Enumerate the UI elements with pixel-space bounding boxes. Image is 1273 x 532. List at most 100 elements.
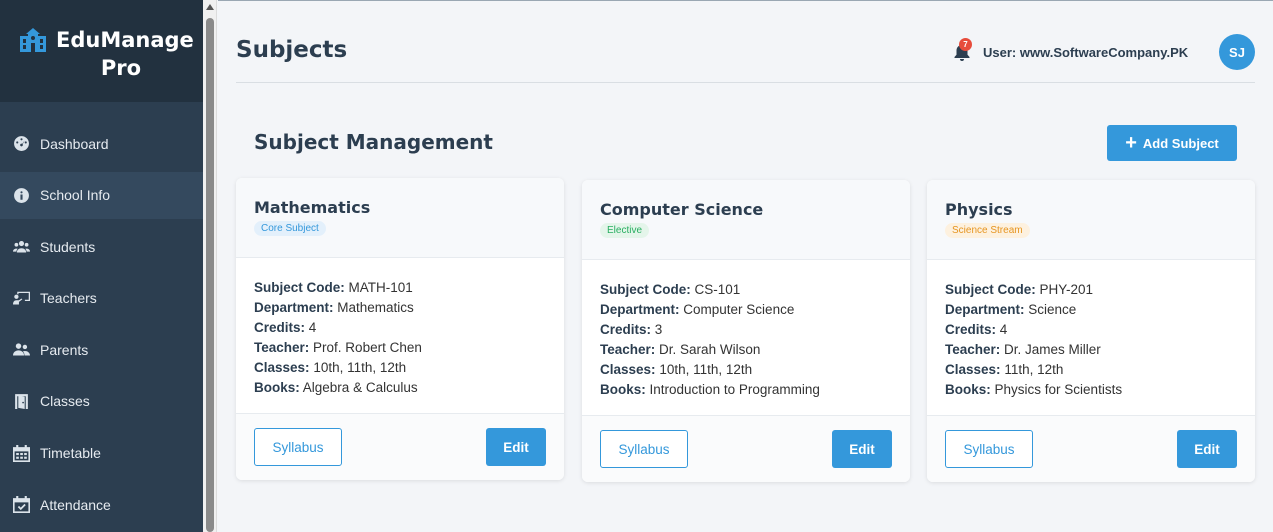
field-label: Subject Code: (600, 282, 691, 297)
app-title: EduManage Pro (56, 26, 194, 82)
card-body: Subject Code: CS-101 Department: Compute… (582, 260, 910, 400)
field-label: Subject Code: (945, 282, 1036, 297)
sidebar-item-label: Dashboard (40, 135, 109, 152)
subject-badge: Core Subject (254, 221, 326, 236)
sidebar-item-parents[interactable]: Parents (0, 326, 203, 373)
books-row: Books: Introduction to Programming (600, 380, 892, 400)
department-row: Department: Computer Science (600, 300, 892, 320)
card-header: Computer Science Elective (582, 180, 910, 260)
field-label: Teacher: (254, 340, 310, 355)
field-label: Books: (945, 382, 991, 397)
classes-row: Classes: 10th, 11th, 12th (600, 360, 892, 380)
page-title: Subjects (236, 37, 348, 63)
teacher-row: Teacher: Prof. Robert Chen (254, 338, 546, 358)
field-value: 4 (999, 322, 1008, 337)
card-header: Mathematics Core Subject (236, 178, 564, 258)
sidebar-item-timetable[interactable]: Timetable (0, 430, 203, 477)
books-row: Books: Algebra & Calculus (254, 378, 546, 398)
field-label: Credits: (600, 322, 652, 337)
field-label: Teacher: (945, 342, 1001, 357)
classes-row: Classes: 11th, 12th (945, 360, 1237, 380)
syllabus-button[interactable]: Syllabus (254, 428, 342, 466)
field-value: Dr. James Miller (1004, 342, 1101, 357)
field-value: 3 (654, 322, 663, 337)
teacher-row: Teacher: Dr. Sarah Wilson (600, 340, 892, 360)
field-value: 11th, 12th (1004, 362, 1064, 377)
school-icon (20, 28, 46, 52)
card-body: Subject Code: PHY-201 Department: Scienc… (927, 260, 1255, 400)
field-label: Books: (254, 380, 300, 395)
sidebar-item-classes[interactable]: Classes (0, 378, 203, 425)
field-value: MATH-101 (348, 280, 413, 295)
avatar[interactable]: SJ (1219, 34, 1255, 70)
sidebar-item-dashboard[interactable]: Dashboard (0, 120, 203, 167)
field-value: Algebra & Calculus (302, 380, 418, 395)
add-subject-button[interactable]: + Add Subject (1107, 125, 1237, 161)
field-label: Classes: (600, 362, 656, 377)
credits-row: Credits: 3 (600, 320, 892, 340)
field-label: Department: (600, 302, 680, 317)
field-label: Credits: (945, 322, 997, 337)
edit-button[interactable]: Edit (486, 428, 546, 466)
info-icon (12, 186, 30, 204)
subject-code-row: Subject Code: MATH-101 (254, 278, 546, 298)
field-label: Department: (945, 302, 1025, 317)
card-footer: Syllabus Edit (582, 415, 910, 482)
subject-badge: Science Stream (945, 223, 1030, 238)
field-value: Prof. Robert Chen (313, 340, 422, 355)
sidebar-nav: Dashboard School Info Students Teachers … (0, 120, 203, 528)
sidebar-item-students[interactable]: Students (0, 223, 203, 270)
field-value: Science (1028, 302, 1077, 317)
calendar-icon (12, 444, 30, 462)
field-value: Physics for Scientists (994, 382, 1123, 397)
syllabus-button[interactable]: Syllabus (945, 430, 1033, 468)
sidebar-scrollbar[interactable] (203, 0, 217, 532)
sidebar-item-label: Students (40, 238, 96, 255)
subject-code-row: Subject Code: PHY-201 (945, 280, 1237, 300)
subject-name: Physics (945, 200, 1013, 219)
card-footer: Syllabus Edit (927, 415, 1255, 482)
calendar-check-icon (12, 496, 30, 514)
page-header: Subjects 7 User: www.SoftwareCompany.PK … (236, 1, 1255, 83)
field-value: Introduction to Programming (649, 382, 820, 397)
subject-name: Mathematics (254, 198, 371, 217)
add-subject-label: Add Subject (1142, 135, 1219, 151)
classes-row: Classes: 10th, 11th, 12th (254, 358, 546, 378)
sidebar-item-label: Attendance (40, 496, 111, 513)
field-value: Mathematics (337, 300, 414, 315)
plus-icon: + (1125, 132, 1137, 154)
sidebar-item-school-info[interactable]: School Info (0, 171, 203, 219)
sidebar-item-label: Teachers (40, 290, 97, 307)
teacher-icon (12, 289, 30, 307)
subject-card-mathematics: Mathematics Core Subject Subject Code: M… (236, 178, 564, 480)
notification-count-badge: 7 (959, 38, 972, 51)
edit-button[interactable]: Edit (832, 430, 892, 468)
field-label: Department: (254, 300, 334, 315)
field-value: Computer Science (683, 302, 795, 317)
sidebar-item-label: Classes (40, 393, 90, 410)
door-icon (12, 392, 30, 410)
scroll-up-arrow-icon[interactable] (206, 4, 214, 10)
subject-name: Computer Science (600, 200, 764, 219)
edit-button[interactable]: Edit (1177, 430, 1237, 468)
field-label: Books: (600, 382, 646, 397)
scroll-thumb[interactable] (206, 18, 214, 532)
field-value: Dr. Sarah Wilson (659, 342, 761, 357)
field-value: 10th, 11th, 12th (659, 362, 753, 377)
card-footer: Syllabus Edit (236, 413, 564, 480)
field-label: Subject Code: (254, 280, 345, 295)
sidebar-item-teachers[interactable]: Teachers (0, 275, 203, 322)
department-row: Department: Mathematics (254, 298, 546, 318)
sidebar-item-attendance[interactable]: Attendance (0, 481, 203, 528)
subject-card-physics: Physics Science Stream Subject Code: PHY… (927, 180, 1255, 482)
subject-code-row: Subject Code: CS-101 (600, 280, 892, 300)
subject-badge: Elective (600, 223, 650, 238)
credits-row: Credits: 4 (945, 320, 1237, 340)
field-label: Classes: (254, 360, 310, 375)
sidebar-item-label: Parents (40, 341, 89, 358)
syllabus-button[interactable]: Syllabus (600, 430, 688, 468)
dashboard-icon (12, 135, 30, 153)
sidebar: EduManage Pro Dashboard School Info Stud… (0, 0, 203, 532)
section-title: Subject Management (254, 130, 493, 154)
field-value: PHY-201 (1039, 282, 1094, 297)
